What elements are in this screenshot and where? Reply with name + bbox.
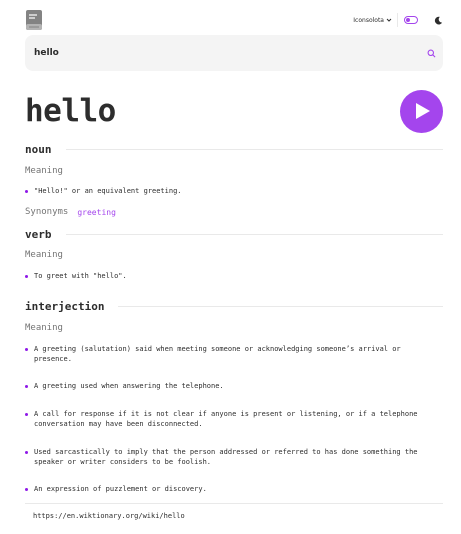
play-button[interactable] <box>400 89 443 133</box>
header-divider <box>397 13 398 27</box>
header-controls: Iconsolota <box>353 13 443 27</box>
search-icon[interactable] <box>427 49 436 58</box>
word-header: hello <box>25 89 443 133</box>
book-icon[interactable] <box>25 9 43 31</box>
bullet <box>25 488 28 491</box>
definition-item: To greet with "hello". <box>25 271 435 281</box>
play-icon <box>416 103 430 119</box>
definition-text: A call for response if it is not clear i… <box>34 410 418 428</box>
pos-heading-noun: noun <box>25 143 443 156</box>
definition-item: "Hello!" or an equivalent greeting. <box>25 186 435 196</box>
bullet <box>25 451 28 454</box>
moon-icon[interactable] <box>434 16 443 25</box>
definition-item: A greeting (salutation) said when meetin… <box>25 344 435 364</box>
definition-text: A greeting (salutation) said when meetin… <box>34 345 401 363</box>
font-selector-label: Iconsolota <box>353 16 384 24</box>
bullet <box>25 348 28 351</box>
pos-divider <box>65 234 443 235</box>
pos-heading-interjection: interjection <box>25 300 443 313</box>
definition-text: An expression of puzzlement or discovery… <box>34 485 207 493</box>
meaning-label: Meaning <box>25 323 63 333</box>
pos-heading-verb: verb <box>25 228 443 241</box>
toggle-knob <box>406 18 410 22</box>
bullet <box>25 413 28 416</box>
bullet <box>25 190 28 193</box>
search-input[interactable] <box>34 48 427 58</box>
word-title: hello <box>25 93 116 129</box>
theme-toggle[interactable] <box>404 16 418 24</box>
definition-text: To greet with "hello". <box>34 272 127 280</box>
meaning-label: Meaning <box>25 250 63 260</box>
definition-item: A call for response if it is not clear i… <box>25 409 435 429</box>
pos-label: interjection <box>25 300 105 313</box>
definition-text: Used sarcastically to imply that the per… <box>34 448 418 466</box>
definition-text: A greeting used when answering the telep… <box>34 382 224 390</box>
definition-text: "Hello!" or an equivalent greeting. <box>34 187 182 195</box>
bullet <box>25 385 28 388</box>
header: Iconsolota <box>25 9 443 31</box>
source-divider <box>25 503 443 504</box>
definition-item: Used sarcastically to imply that the per… <box>25 447 435 467</box>
pos-label: verb <box>25 228 52 241</box>
source-link[interactable]: https://en.wiktionary.org/wiki/hello <box>33 512 185 520</box>
pos-divider <box>118 306 443 307</box>
font-selector[interactable]: Iconsolota <box>353 17 392 24</box>
definition-item: A greeting used when answering the telep… <box>25 381 435 391</box>
pos-label: noun <box>25 143 52 156</box>
meaning-label: Meaning <box>25 166 63 176</box>
bullet <box>25 275 28 278</box>
synonyms-label: Synonyms <box>25 207 69 217</box>
definition-item: An expression of puzzlement or discovery… <box>25 484 435 494</box>
search-bar <box>25 35 443 71</box>
chevron-down-icon <box>386 18 392 22</box>
pos-divider <box>65 149 443 150</box>
synonym-link[interactable]: greeting <box>77 208 116 217</box>
synonyms-row: Synonyms greeting <box>25 207 116 217</box>
